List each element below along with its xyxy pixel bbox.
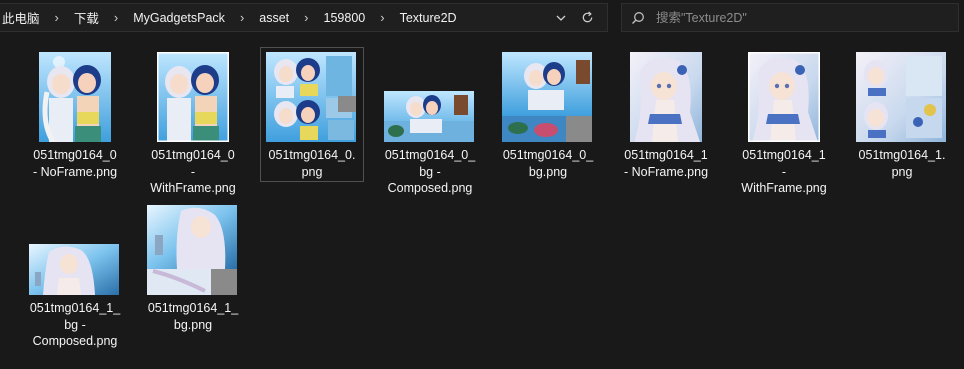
file-item[interactable]: 051tmg0164_0. png (260, 47, 364, 182)
search-box[interactable] (621, 3, 959, 32)
file-name: 051tmg0164_0_ bg.png (502, 148, 594, 179)
file-thumbnail (39, 52, 111, 142)
chevron-right-icon[interactable]: › (101, 10, 131, 25)
chevron-right-icon[interactable]: › (291, 10, 321, 25)
file-item[interactable]: 051tmg0164_1_ bg - Composed.png (23, 198, 127, 352)
file-name: 051tmg0164_1 - NoFrame.png (623, 148, 709, 179)
breadcrumb-downloads[interactable]: 下载 (72, 8, 101, 27)
file-thumbnail (157, 52, 229, 142)
file-thumbnail (266, 52, 356, 142)
breadcrumb: 此电脑 › 下载 › MyGadgetsPack › asset › 15980… (0, 4, 547, 31)
file-name: 051tmg0164_1_ bg - Composed.png (29, 301, 121, 348)
file-item[interactable]: 051tmg0164_0 - NoFrame.png (23, 47, 127, 182)
file-name: 051tmg0164_1. png (858, 148, 946, 179)
address-bar[interactable]: 此电脑 › 下载 › MyGadgetsPack › asset › 15980… (0, 3, 608, 32)
breadcrumb-texture2d[interactable]: Texture2D (398, 11, 459, 25)
search-icon (622, 11, 654, 25)
history-dropdown-button[interactable] (547, 4, 574, 31)
file-name: 051tmg0164_0 - WithFrame.png (150, 148, 236, 195)
search-input[interactable] (654, 9, 938, 26)
file-item[interactable]: 051tmg0164_1. png (850, 47, 954, 182)
file-thumbnail (29, 244, 119, 295)
file-thumbnail (856, 52, 946, 142)
refresh-button[interactable] (574, 4, 601, 31)
chevron-right-icon[interactable]: › (227, 10, 257, 25)
file-item[interactable]: 051tmg0164_0 - WithFrame.png (141, 47, 245, 198)
file-thumbnail (502, 52, 592, 142)
file-name: 051tmg0164_1_ bg.png (147, 301, 239, 332)
top-bar: 此电脑 › 下载 › MyGadgetsPack › asset › 15980… (0, 0, 964, 38)
chevron-down-icon (556, 15, 565, 21)
file-item[interactable]: 051tmg0164_0_ bg.png (496, 47, 600, 182)
file-name: 051tmg0164_1 - WithFrame.png (741, 148, 827, 195)
file-thumbnail (147, 205, 237, 295)
file-item[interactable]: 051tmg0164_1 - WithFrame.png (732, 47, 836, 198)
breadcrumb-asset[interactable]: asset (257, 11, 291, 25)
file-item[interactable]: 051tmg0164_0_ bg - Composed.png (378, 47, 482, 198)
chevron-right-icon[interactable]: › (42, 10, 72, 25)
breadcrumb-this-pc[interactable]: 此电脑 (0, 8, 42, 27)
refresh-icon (582, 11, 593, 23)
file-item[interactable]: 051tmg0164_1 - NoFrame.png (614, 47, 718, 182)
file-name: 051tmg0164_0. png (268, 148, 356, 179)
breadcrumb-mygadgetspack[interactable]: MyGadgetsPack (131, 11, 227, 25)
file-name: 051tmg0164_0_ bg - Composed.png (384, 148, 476, 195)
chevron-right-icon[interactable]: › (367, 10, 397, 25)
file-thumbnail (384, 91, 474, 142)
file-thumbnail (630, 52, 702, 142)
file-name: 051tmg0164_0 - NoFrame.png (32, 148, 118, 179)
breadcrumb-159800[interactable]: 159800 (322, 11, 368, 25)
file-thumbnail (748, 52, 820, 142)
file-item[interactable]: 051tmg0164_1_ bg.png (141, 198, 245, 336)
